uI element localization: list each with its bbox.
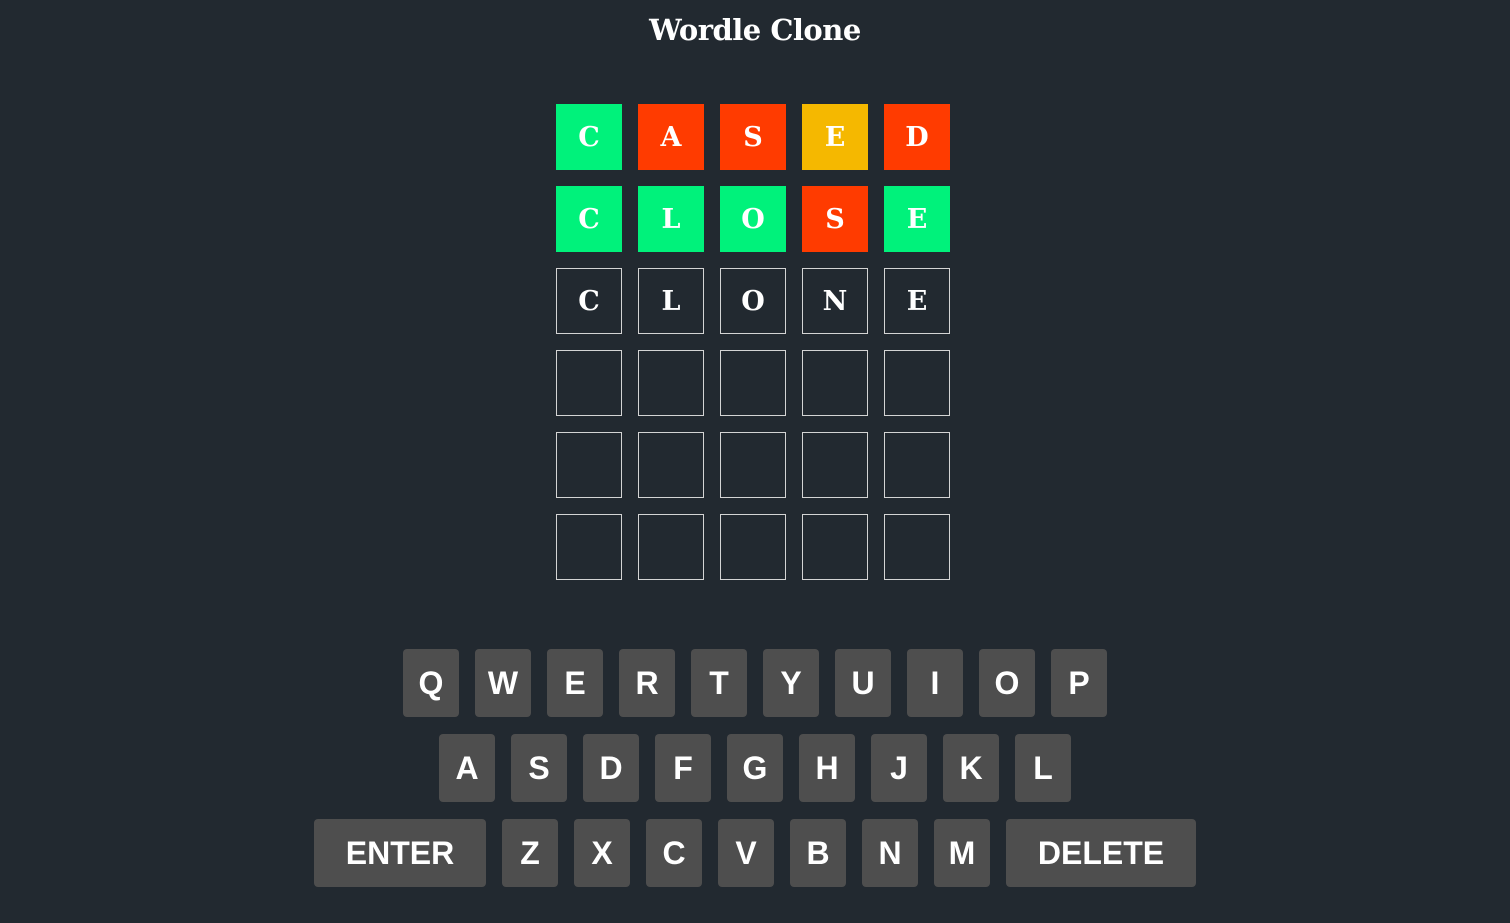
page-title: Wordle Clone xyxy=(649,13,861,47)
key-delete[interactable]: DELETE xyxy=(1006,819,1196,887)
key-d[interactable]: D xyxy=(583,734,639,802)
board-tile: E xyxy=(884,186,950,252)
key-v[interactable]: V xyxy=(718,819,774,887)
board-tile xyxy=(884,514,950,580)
key-q[interactable]: Q xyxy=(403,649,459,717)
key-z[interactable]: Z xyxy=(502,819,558,887)
key-i[interactable]: I xyxy=(907,649,963,717)
key-t[interactable]: T xyxy=(691,649,747,717)
key-f[interactable]: F xyxy=(655,734,711,802)
board-tile xyxy=(638,350,704,416)
board-tile: E xyxy=(802,104,868,170)
board-tile: E xyxy=(884,268,950,334)
key-enter[interactable]: ENTER xyxy=(314,819,486,887)
key-b[interactable]: B xyxy=(790,819,846,887)
key-w[interactable]: W xyxy=(475,649,531,717)
board-tile xyxy=(802,350,868,416)
game-board: CASEDCLOSECLONE xyxy=(556,104,950,580)
board-tile: C xyxy=(556,104,622,170)
key-k[interactable]: K xyxy=(943,734,999,802)
key-h[interactable]: H xyxy=(799,734,855,802)
key-y[interactable]: Y xyxy=(763,649,819,717)
board-tile xyxy=(638,514,704,580)
key-x[interactable]: X xyxy=(574,819,630,887)
board-tile: C xyxy=(556,268,622,334)
board-tile xyxy=(556,514,622,580)
board-tile: L xyxy=(638,186,704,252)
board-tile: L xyxy=(638,268,704,334)
key-l[interactable]: L xyxy=(1015,734,1071,802)
board-tile xyxy=(720,514,786,580)
board-tile xyxy=(556,350,622,416)
key-j[interactable]: J xyxy=(871,734,927,802)
board-tile xyxy=(556,432,622,498)
keyboard-row: ENTER Z X C V B N M DELETE xyxy=(0,819,1510,887)
board-tile: S xyxy=(720,104,786,170)
board-tile: D xyxy=(884,104,950,170)
on-screen-keyboard: Q W E R T Y U I O P A S D F G H J K L ENTER Z X C V B N M DELETE xyxy=(0,649,1510,904)
board-tile xyxy=(802,514,868,580)
board-tile xyxy=(720,350,786,416)
board-tile xyxy=(884,350,950,416)
key-p[interactable]: P xyxy=(1051,649,1107,717)
board-tile xyxy=(638,432,704,498)
board-tile: N xyxy=(802,268,868,334)
board-tile xyxy=(884,432,950,498)
key-a[interactable]: A xyxy=(439,734,495,802)
key-r[interactable]: R xyxy=(619,649,675,717)
key-o[interactable]: O xyxy=(979,649,1035,717)
board-tile: S xyxy=(802,186,868,252)
key-n[interactable]: N xyxy=(862,819,918,887)
board-tile xyxy=(720,432,786,498)
keyboard-row: QWERTYUIOP xyxy=(0,649,1510,717)
key-m[interactable]: M xyxy=(934,819,990,887)
key-c[interactable]: C xyxy=(646,819,702,887)
board-tile xyxy=(802,432,868,498)
key-u[interactable]: U xyxy=(835,649,891,717)
board-tile: C xyxy=(556,186,622,252)
key-e[interactable]: E xyxy=(547,649,603,717)
board-tile: O xyxy=(720,268,786,334)
keyboard-row: ASDFGHJKL xyxy=(0,734,1510,802)
board-tile: O xyxy=(720,186,786,252)
key-g[interactable]: G xyxy=(727,734,783,802)
board-tile: A xyxy=(638,104,704,170)
key-s[interactable]: S xyxy=(511,734,567,802)
